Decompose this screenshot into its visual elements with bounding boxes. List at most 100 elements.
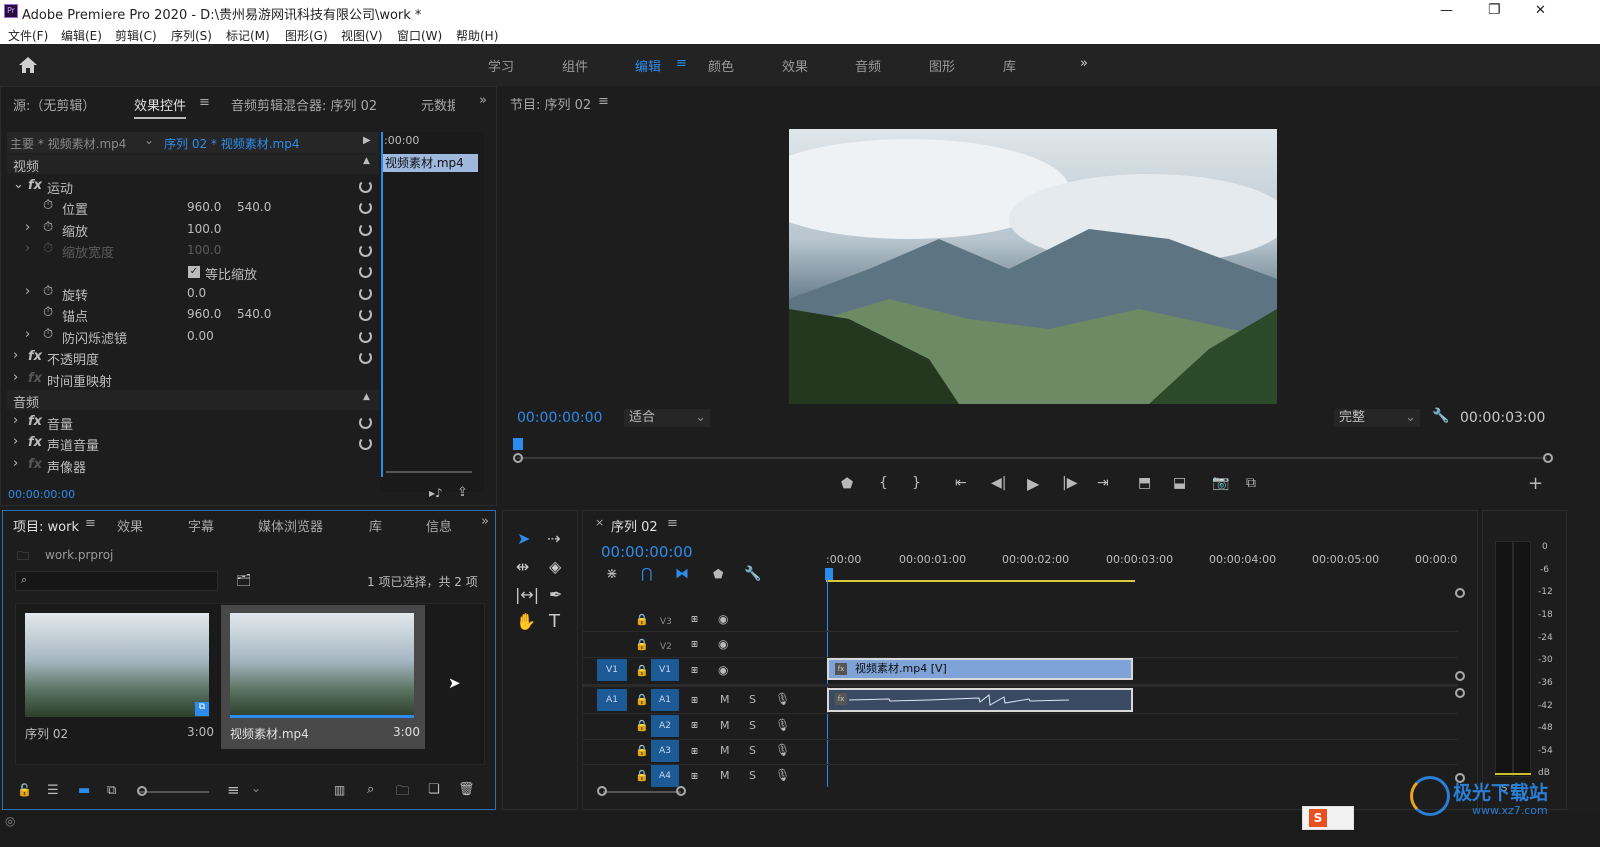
camera-icon[interactable]: 📷	[1212, 475, 1229, 491]
video-clip[interactable]: fx 视频素材.mp4 [V]	[827, 658, 1133, 680]
menu-marker[interactable]: 标记(M)	[226, 27, 270, 44]
marker-icon[interactable]: ⬟	[713, 567, 723, 581]
stopwatch-icon[interactable]: ⏱	[43, 198, 53, 219]
menu-sequence[interactable]: 序列(S)	[171, 27, 212, 44]
sync-lock-icon[interactable]: ⧆	[691, 693, 698, 707]
mute-button[interactable]: M	[720, 744, 730, 757]
flicker-value[interactable]: 0.00	[187, 329, 214, 350]
selection-tool-icon[interactable]: ➤	[517, 529, 530, 548]
expand-chevron-icon[interactable]: ›	[13, 434, 18, 455]
expand-chevron-icon[interactable]: ›	[13, 370, 18, 391]
play-triangle-icon[interactable]: ▶	[363, 135, 371, 146]
reset-icon[interactable]	[359, 437, 372, 450]
mute-button[interactable]: M	[720, 769, 730, 782]
track-select-tool-icon[interactable]: ⇢	[547, 529, 560, 548]
lock-icon[interactable]: 🔓	[17, 783, 32, 797]
zoom-slider-handle[interactable]	[137, 786, 147, 796]
program-timecode[interactable]: 00:00:00:00	[517, 410, 602, 426]
panel-menu-icon[interactable]: ≡	[667, 516, 678, 531]
sync-lock-icon[interactable]: ⧆	[691, 612, 698, 626]
sync-lock-icon[interactable]: ⧆	[691, 637, 698, 651]
nest-icon[interactable]: ⋇	[606, 566, 618, 582]
tab-effects[interactable]: 效果	[117, 516, 143, 535]
eye-icon[interactable]: ◉	[718, 637, 728, 651]
reset-icon[interactable]	[359, 330, 372, 343]
solo-button[interactable]: S	[749, 719, 756, 732]
ripple-edit-tool-icon[interactable]: ⇹	[516, 557, 529, 576]
menu-clip[interactable]: 剪辑(C)	[115, 27, 157, 44]
chevron-down-icon[interactable]: ⌄	[144, 133, 154, 147]
tab-media-browser[interactable]: 媒体浏览器	[258, 516, 323, 535]
anchor-x-value[interactable]: 960.0	[187, 307, 221, 328]
add-button-icon[interactable]: +	[1528, 473, 1543, 494]
home-icon[interactable]	[18, 56, 38, 77]
expand-chevron-icon[interactable]: ⌄	[13, 177, 24, 198]
wrench-icon[interactable]: 🔧	[744, 566, 761, 582]
track-label-v2[interactable]: V2	[660, 642, 672, 652]
program-playhead[interactable]	[513, 438, 523, 450]
reset-icon[interactable]	[359, 416, 372, 429]
extract-icon[interactable]: ⬓	[1173, 475, 1186, 491]
workspace-audio[interactable]: 音频	[855, 56, 881, 75]
hand-tool-icon[interactable]: ✋	[516, 612, 536, 631]
step-forward-icon[interactable]: |▶	[1062, 475, 1077, 491]
zoom-handle-left[interactable]	[597, 786, 607, 796]
close-button[interactable]: ✕	[1535, 3, 1546, 18]
collapse-up-icon[interactable]: ▲	[363, 392, 370, 413]
tab-source[interactable]: 源:（无剪辑）	[13, 95, 95, 114]
track-target-v1[interactable]: V1	[651, 659, 679, 681]
menu-view[interactable]: 视图(V)	[341, 27, 383, 44]
effect-timecode[interactable]: 00:00:00:00	[8, 488, 75, 501]
go-to-in-icon[interactable]: ⇤	[955, 475, 967, 491]
expand-chevron-icon[interactable]: ›	[25, 220, 30, 241]
reset-icon[interactable]	[359, 180, 372, 193]
project-item-sequence[interactable]: ⧉ 序列 02 3:00	[17, 605, 221, 749]
lock-icon[interactable]: 🔒	[635, 613, 649, 626]
zoom-slider[interactable]	[139, 791, 209, 793]
mini-scrollbar[interactable]	[386, 471, 472, 473]
workspace-graphics[interactable]: 图形	[929, 56, 955, 75]
automate-icon[interactable]: ▥	[334, 783, 345, 797]
tab-captions[interactable]: 字幕	[188, 516, 214, 535]
mute-button[interactable]: M	[720, 693, 730, 706]
microphone-icon[interactable]: 🎙	[775, 768, 790, 782]
rotation-value[interactable]: 0.0	[187, 286, 206, 307]
type-tool-icon[interactable]: T	[549, 611, 560, 632]
stopwatch-icon[interactable]: ⏱	[43, 284, 53, 305]
panel-menu-icon[interactable]: ≡	[85, 516, 96, 531]
sync-lock-icon[interactable]: ⧆	[691, 663, 698, 677]
chevron-down-icon[interactable]: ⌄	[251, 781, 261, 795]
menu-graphics[interactable]: 图形(G)	[285, 27, 328, 44]
fx-icon[interactable]: fx	[28, 178, 42, 199]
anchor-y-value[interactable]: 540.0	[237, 307, 271, 328]
reset-icon[interactable]	[359, 244, 372, 257]
reset-icon[interactable]	[359, 351, 372, 364]
position-y-value[interactable]: 540.0	[237, 200, 271, 221]
more-workspaces-icon[interactable]: »	[1080, 56, 1088, 71]
stopwatch-icon[interactable]: ⏱	[43, 220, 53, 241]
trash-icon[interactable]: 🗑	[458, 782, 475, 797]
fx-icon[interactable]: fx	[28, 414, 42, 435]
pen-tool-icon[interactable]: ✒	[549, 585, 562, 604]
find-icon[interactable]: ⌕	[367, 782, 374, 797]
uniform-scale-checkbox[interactable]: ✓	[188, 266, 200, 278]
compare-view-icon[interactable]: ⧉	[1246, 475, 1256, 491]
zoom-handle-right[interactable]	[1543, 453, 1553, 463]
master-clip-label[interactable]: 主要 * 视频素材.mp4	[10, 135, 126, 152]
linked-selection-icon[interactable]: ⧓	[675, 566, 689, 582]
snap-magnet-icon[interactable]: ⋂	[641, 566, 652, 582]
solo-button[interactable]: S	[749, 744, 756, 757]
lock-icon[interactable]: 🔒	[635, 744, 649, 757]
microphone-icon[interactable]: 🎙	[775, 692, 790, 706]
sync-lock-icon[interactable]: ⧆	[691, 769, 698, 783]
lock-icon[interactable]: 🔒	[635, 769, 649, 782]
collapse-up-icon[interactable]: ▲	[363, 156, 370, 177]
tab-metadata[interactable]: 元数据	[421, 95, 455, 114]
reset-icon[interactable]	[359, 201, 372, 214]
reset-icon[interactable]	[359, 223, 372, 236]
stopwatch-icon[interactable]: ⏱	[43, 327, 53, 348]
eye-icon[interactable]: ◉	[718, 612, 728, 626]
solo-button[interactable]: S	[749, 769, 756, 782]
track-target-a3[interactable]: A3	[651, 740, 679, 762]
mini-clip[interactable]: 视频素材.mp4	[382, 154, 478, 172]
